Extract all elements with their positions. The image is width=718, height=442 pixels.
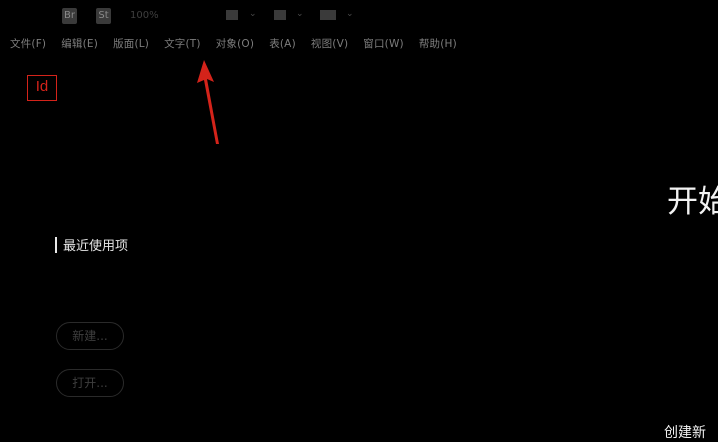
menu-type[interactable]: 文字(T) bbox=[164, 36, 201, 52]
open-document-button[interactable]: 打开... bbox=[56, 369, 124, 397]
chevron-down-icon[interactable]: ⌄ bbox=[249, 9, 257, 19]
chevron-down-icon[interactable]: ⌄ bbox=[296, 9, 304, 19]
menu-edit[interactable]: 编辑(E) bbox=[61, 36, 98, 52]
app-toolbar: Br St 100% ⌄ ⌄ ⌄ bbox=[0, 0, 718, 34]
menu-view[interactable]: 视图(V) bbox=[311, 36, 348, 52]
create-new-heading: 创建新 bbox=[664, 425, 706, 441]
zoom-level[interactable]: 100% bbox=[130, 10, 159, 21]
arrange-documents-icon[interactable] bbox=[320, 10, 336, 20]
recent-label[interactable]: 最近使用项 bbox=[63, 235, 128, 254]
chevron-down-icon[interactable]: ⌄ bbox=[346, 9, 354, 19]
bridge-button[interactable]: Br bbox=[62, 8, 77, 24]
view-options-icon[interactable] bbox=[226, 10, 238, 20]
selection-indicator bbox=[55, 236, 57, 253]
indesign-logo: Id bbox=[27, 75, 57, 101]
recent-files-section[interactable]: 最近使用项 bbox=[55, 235, 128, 254]
stock-button[interactable]: St bbox=[96, 8, 111, 24]
screen-mode-icon[interactable] bbox=[274, 10, 286, 20]
menu-file[interactable]: 文件(F) bbox=[10, 36, 46, 52]
menu-layout[interactable]: 版面(L) bbox=[113, 36, 149, 52]
new-document-button[interactable]: 新建... bbox=[56, 322, 124, 350]
menu-bar: 文件(F) 编辑(E) 版面(L) 文字(T) 对象(O) 表(A) 视图(V)… bbox=[10, 36, 472, 52]
menu-help[interactable]: 帮助(H) bbox=[419, 36, 457, 52]
red-arrow-annotation bbox=[197, 60, 219, 144]
menu-table[interactable]: 表(A) bbox=[269, 36, 296, 52]
page-title: 开始 bbox=[667, 184, 718, 220]
menu-window[interactable]: 窗口(W) bbox=[363, 36, 404, 52]
menu-object[interactable]: 对象(O) bbox=[216, 36, 254, 52]
